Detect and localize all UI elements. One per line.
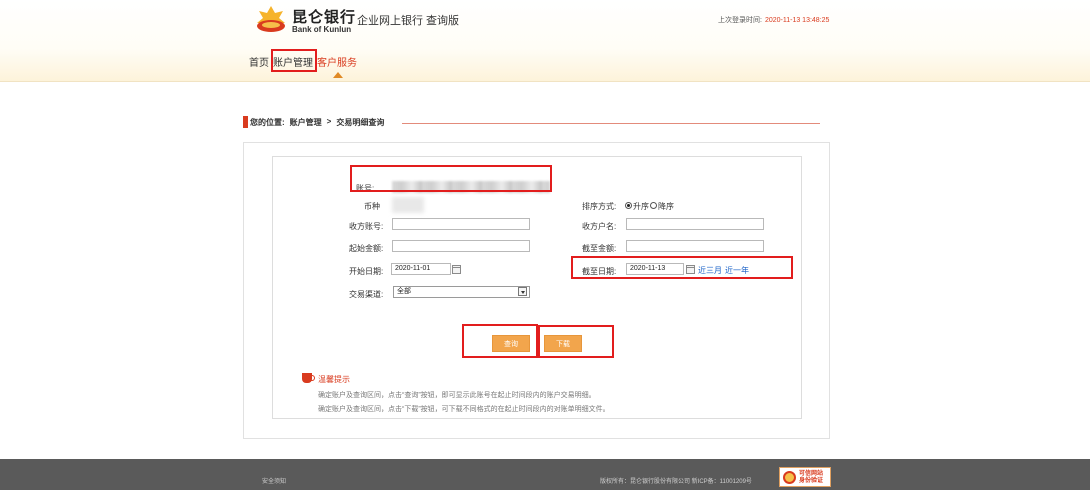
- payee-account-label: 收方账号:: [349, 222, 384, 231]
- footer-security-link[interactable]: 安全须知: [262, 476, 286, 485]
- nav-active-caret-icon: [333, 72, 343, 78]
- nav-customer-service[interactable]: 客户服务: [317, 54, 357, 69]
- start-date-label: 开始日期:: [349, 267, 384, 276]
- chevron-down-icon[interactable]: [518, 287, 527, 296]
- annotation-box-nav: [271, 49, 317, 72]
- tips-line-1: 确定账户及查询区间，点击“查询”按钮，即可显示此账号在起止时间段内的账户交易明细…: [318, 392, 596, 399]
- currency-value-redacted: [392, 197, 424, 213]
- system-title: 企业网上银行 查询版: [357, 15, 460, 27]
- channel-label: 交易渠道:: [349, 290, 384, 299]
- max-amount-input[interactable]: [626, 240, 764, 252]
- brand-name-cn: 昆仑银行: [292, 9, 357, 26]
- currency-label: 币种: [364, 202, 380, 211]
- sort-asc-label: 升序: [633, 202, 649, 211]
- breadcrumb-marker: [243, 116, 248, 128]
- payee-account-input[interactable]: [392, 218, 530, 230]
- payee-name-input[interactable]: [626, 218, 764, 230]
- min-amount-input[interactable]: [392, 240, 530, 252]
- annotation-box-account: [350, 165, 552, 192]
- payee-name-label: 收方户名:: [582, 222, 617, 231]
- nav-home[interactable]: 首页: [249, 54, 269, 69]
- start-date-input[interactable]: 2020-11-01: [391, 263, 451, 275]
- last-login-time: 2020-11-13 13:48:25: [764, 17, 830, 24]
- query-form-panel: [272, 156, 802, 419]
- last-login-label: 上次登录时间:: [718, 17, 762, 24]
- breadcrumb-separator: >: [326, 117, 332, 126]
- start-date-calendar-icon[interactable]: [452, 265, 461, 274]
- sort-label: 排序方式:: [582, 202, 617, 211]
- annotation-box-download: [538, 325, 614, 358]
- badge-line-1: 可信网站: [799, 471, 824, 477]
- trusted-site-badge[interactable]: 可信网站 身份验证: [779, 467, 831, 487]
- header: [0, 0, 1090, 82]
- breadcrumb-prefix: 您的位置:: [250, 118, 285, 127]
- channel-select[interactable]: 全部: [393, 286, 530, 298]
- brand-name-en: Bank of Kunlun: [292, 25, 352, 34]
- badge-line-2: 身份验证: [799, 478, 824, 484]
- tip-cup-icon: [302, 373, 315, 383]
- annotation-box-query: [462, 324, 538, 358]
- min-amount-label: 起始金额:: [349, 244, 384, 253]
- last-login: 上次登录时间: 2020-11-13 13:48:25: [718, 15, 829, 25]
- breadcrumb-divider: [402, 123, 820, 124]
- breadcrumb-level2: 交易明细查询: [336, 118, 385, 127]
- badge-text: 可信网站 身份验证: [799, 471, 823, 485]
- tips-line-2: 确定账户及查询区间，点击“下载”按钮，可下载不同格式的在起止时间段内的对账单明细…: [318, 406, 610, 413]
- max-amount-label: 截至金额:: [582, 244, 617, 253]
- footer: [0, 459, 1090, 490]
- annotation-box-end-date: [571, 256, 793, 279]
- footer-copyright: 版权所有：昆仑银行股份有限公司 新ICP备：11001209号: [600, 479, 752, 485]
- trusted-seal-icon: [783, 471, 796, 484]
- sort-desc-label: 降序: [658, 202, 674, 211]
- sort-desc-radio[interactable]: [650, 202, 657, 209]
- tips-title: 温馨提示: [318, 375, 350, 384]
- breadcrumb-level1[interactable]: 账户管理: [290, 117, 322, 128]
- kunlun-logo-icon: [257, 6, 285, 32]
- breadcrumb: 您的位置: 账户管理 > 交易明细查询: [250, 117, 384, 128]
- sort-asc-radio[interactable]: [625, 202, 632, 209]
